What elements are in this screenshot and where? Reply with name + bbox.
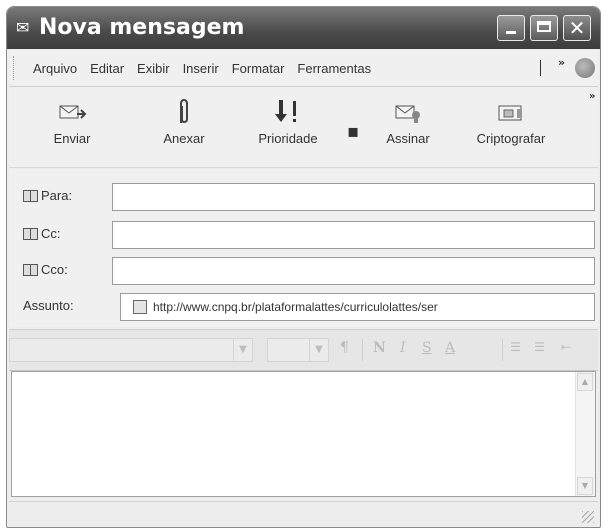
maximize-button[interactable]	[530, 15, 558, 41]
cc-input[interactable]	[112, 221, 595, 249]
font-size-select[interactable]: ▼	[267, 338, 329, 362]
cc-button[interactable]: Cc:	[23, 226, 61, 241]
vertical-scrollbar[interactable]: ▲ ▼	[575, 372, 595, 496]
sign-icon	[373, 93, 443, 131]
encrypt-icon	[461, 93, 561, 131]
title-bar[interactable]: ✉ Nova mensagem ✕	[7, 7, 600, 49]
menu-items: Arquivo Editar Exibir Inserir Formatar F…	[33, 50, 384, 86]
menu-formatar[interactable]: Formatar	[232, 61, 285, 76]
sign-label: Assinar	[386, 131, 430, 146]
to-button[interactable]: Para:	[23, 188, 72, 203]
bold-button[interactable]: N	[373, 340, 386, 356]
attach-label: Anexar	[163, 131, 205, 146]
menu-arquivo[interactable]: Arquivo	[33, 61, 77, 76]
toolbar: Enviar Anexar Prioridade ▪ Assinar Cript	[9, 87, 598, 168]
send-button[interactable]: Enviar	[37, 93, 107, 159]
menu-editar[interactable]: Editar	[90, 61, 124, 76]
encrypt-label: Criptografar	[476, 131, 546, 146]
bcc-button[interactable]: Cco:	[23, 262, 68, 277]
formatting-toolbar: ▼ ▼ ¶ N I S A ☰ ☰ ⇤	[9, 329, 598, 371]
resize-grip-icon[interactable]	[582, 511, 594, 523]
message-icon: ✉	[16, 18, 30, 37]
windows-logo-icon	[575, 58, 595, 78]
address-book-icon	[23, 227, 38, 240]
send-icon	[37, 93, 107, 131]
subject-label: Assunto:	[23, 298, 74, 313]
scroll-up-icon[interactable]: ▲	[577, 373, 593, 391]
menu-exibir[interactable]: Exibir	[137, 61, 170, 76]
address-book-icon	[23, 263, 38, 276]
send-label: Enviar	[53, 131, 91, 146]
menu-ferramentas[interactable]: Ferramentas	[297, 61, 371, 76]
scroll-down-icon[interactable]: ▼	[577, 477, 593, 495]
cc-row: Cc:	[9, 217, 598, 253]
message-body[interactable]: ▲ ▼	[11, 371, 596, 497]
address-book-icon	[23, 189, 38, 202]
paperclip-icon	[149, 93, 219, 131]
chevron-down-icon: ▼	[309, 339, 328, 361]
priority-button[interactable]: Prioridade	[243, 93, 333, 159]
bcc-row: Cco:	[9, 253, 598, 289]
close-button[interactable]: ✕	[563, 15, 591, 41]
maximize-icon	[537, 21, 551, 32]
status-bar	[9, 501, 598, 526]
priority-dropdown-icon[interactable]: ▪	[347, 121, 359, 142]
subject-text: http://www.cnpq.br/plataformalattes/curr…	[153, 300, 438, 314]
message-header-fields: Para: Cc: Cco: Assunto: http://www.cnpq.…	[9, 169, 598, 327]
window-title: Nova mensagem	[39, 15, 245, 40]
menu-separator	[540, 60, 541, 76]
bullet-list-icon[interactable]: ☰	[534, 340, 545, 354]
to-row: Para:	[9, 179, 598, 215]
subject-input[interactable]: http://www.cnpq.br/plataformalattes/curr…	[120, 293, 595, 321]
priority-icon	[243, 93, 333, 131]
cc-label: Cc:	[41, 226, 61, 241]
separator	[362, 339, 363, 361]
paragraph-style-icon[interactable]: ¶	[340, 340, 349, 356]
menu-overflow-icon[interactable]: »	[558, 56, 565, 69]
menu-grip[interactable]	[13, 56, 17, 80]
to-input[interactable]	[112, 183, 595, 211]
underline-button[interactable]: S	[422, 340, 432, 356]
toolbar-overflow-icon[interactable]: »	[589, 91, 595, 102]
italic-button[interactable]: I	[400, 340, 406, 356]
decrease-indent-icon[interactable]: ⇤	[561, 340, 571, 354]
font-select[interactable]: ▼	[9, 338, 253, 362]
to-label: Para:	[41, 188, 73, 203]
minimize-icon	[506, 31, 516, 34]
numbered-list-icon[interactable]: ☰	[510, 340, 521, 354]
menu-bar: Arquivo Editar Exibir Inserir Formatar F…	[9, 50, 598, 87]
close-icon: ✕	[568, 16, 586, 40]
bcc-label: Cco:	[41, 262, 68, 277]
encrypt-button[interactable]: Criptografar	[461, 93, 561, 159]
separator	[502, 339, 503, 361]
bcc-input[interactable]	[112, 257, 595, 285]
font-color-button[interactable]: A	[445, 340, 455, 356]
new-message-window: ✉ Nova mensagem ✕ Arquivo Editar Exibir …	[6, 6, 601, 528]
sign-button[interactable]: Assinar	[373, 93, 443, 159]
minimize-button[interactable]	[497, 15, 525, 41]
attach-button[interactable]: Anexar	[149, 93, 219, 159]
menu-inserir[interactable]: Inserir	[183, 61, 219, 76]
priority-label: Prioridade	[258, 131, 318, 146]
web-page-icon	[133, 300, 147, 314]
chevron-down-icon: ▼	[233, 339, 252, 361]
subject-row: Assunto: http://www.cnpq.br/plataformala…	[9, 289, 598, 325]
